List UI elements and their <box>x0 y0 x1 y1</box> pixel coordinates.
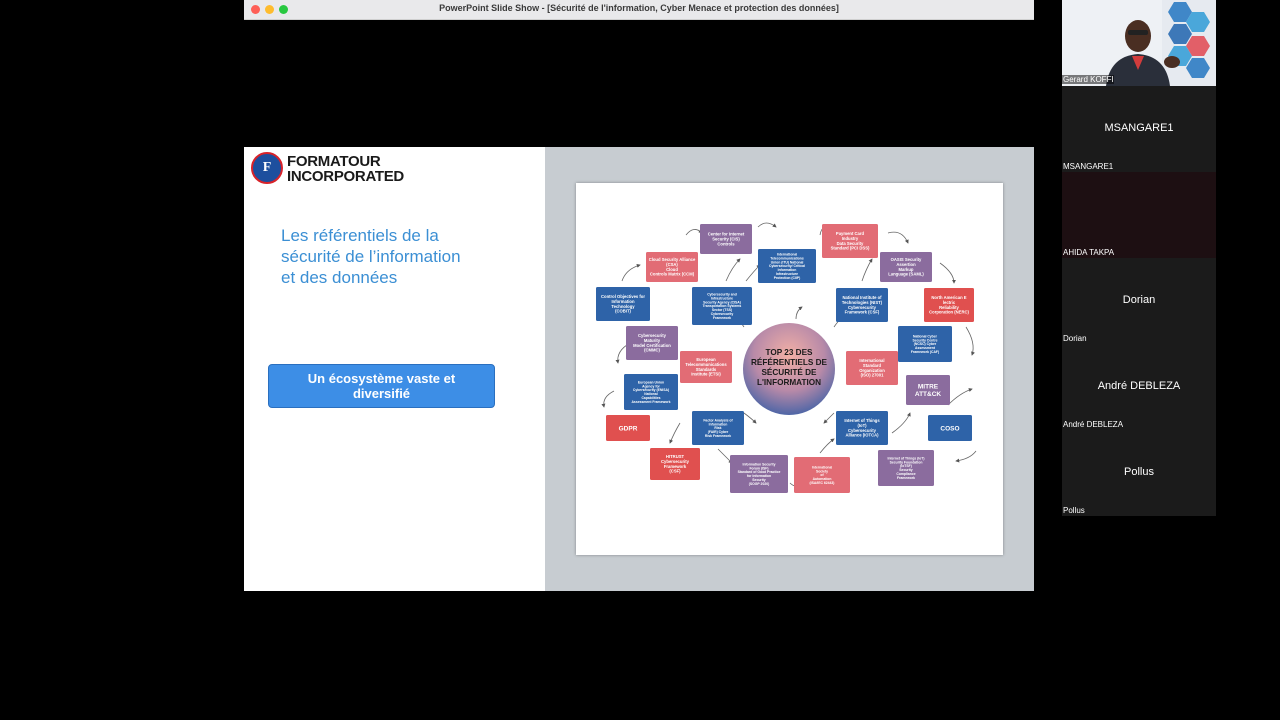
framework-node-label: COSO <box>940 425 959 432</box>
framework-node: Cloud Security Alliance (CSA) Cloud Control… <box>646 252 698 282</box>
participant-label: Pollus <box>1063 506 1085 515</box>
diagram-arrow <box>601 390 615 408</box>
logo-text: FORMATOUR INCORPORATED <box>287 154 404 184</box>
participant-display-name: Pollus <box>1124 466 1154 478</box>
participant-tile-video[interactable]: Gerard KOFFI <box>1062 0 1216 86</box>
participant-display-name: Dorian <box>1122 294 1156 306</box>
framework-node-label: GDPR <box>619 425 638 432</box>
participant-label: Dorian <box>1063 334 1087 343</box>
logo-initials: F <box>262 160 272 175</box>
participant-tile[interactable]: Pollus Pollus <box>1062 430 1216 516</box>
framework-node: International Society of Automation (ISA/IEC… <box>794 457 850 493</box>
participant-label: MSANGARE1 <box>1063 162 1114 171</box>
framework-node: MITRE ATT&CK <box>906 375 950 405</box>
framework-node: Control Objectives for Information Technol… <box>596 287 650 321</box>
framework-node: European Telecommunications Standards Insti… <box>680 351 732 383</box>
framework-node: International Standard Organization (ISO) 2… <box>846 351 898 385</box>
framework-node: Cybersecurity Maturity Model Certification… <box>626 326 678 360</box>
participant-video-feed <box>1062 0 1216 86</box>
logo-emblem-icon: F <box>251 152 283 184</box>
frameworks-diagram: Center for Internet Security (CIS) Control… <box>576 183 1003 555</box>
participant-tile[interactable]: Dorian Dorian <box>1062 258 1216 344</box>
diagram-arrow <box>939 262 956 284</box>
window-titlebar: PowerPoint Slide Show - [Sécurité de l'i… <box>244 0 1034 20</box>
diagram-arrow <box>621 263 641 282</box>
diagram-arrow <box>887 231 909 244</box>
framework-node: North American Electric Reliability Corpor… <box>924 288 974 322</box>
slide-heading-line: Les référentiels de la <box>281 226 439 245</box>
ecosystem-callout: Un écosystème vaste et diversifié <box>268 364 495 408</box>
participant-tile[interactable]: MSANGARE1 MSANGARE1 <box>1062 86 1216 172</box>
framework-node: HITRUST Cybersecurity Framework (CSF) <box>650 448 700 480</box>
diagram-arrow <box>823 412 835 424</box>
diagram-arrow <box>891 412 911 434</box>
logo-line-2: INCORPORATED <box>287 168 404 185</box>
participant-name: Gerard KOFFI <box>1062 75 1114 84</box>
slide-heading-line: sécurité de l’information <box>281 247 461 266</box>
diagram-arrow <box>745 264 761 282</box>
framework-node: COSO <box>928 415 972 441</box>
participant-display-name: André DEBLEZA <box>1097 380 1181 392</box>
framework-node: National Institute of Technologies (NIST)… <box>836 288 888 322</box>
diagram-arrow <box>757 222 777 228</box>
callout-line: Un écosystème vaste et <box>307 371 456 386</box>
diagram-arrow <box>717 448 733 464</box>
diagram-arrow <box>725 258 741 282</box>
diagram-arrow <box>795 306 803 320</box>
framework-node: Center for Internet Security (CIS) Control… <box>700 224 752 254</box>
framework-node-label: National Cyber Security Centre (NCSC) Cybe… <box>911 334 939 354</box>
framework-node: Payment Card Industry Data Security Standar… <box>822 224 878 258</box>
framework-node-label: National Institute of Technologies (NIST)… <box>842 295 883 314</box>
framework-node: Information Security Forum (ISF) Standard … <box>730 455 788 493</box>
formatour-logo: F FORMATOUR INCORPORATED <box>251 152 404 186</box>
callout-line: diversifié <box>352 386 411 401</box>
framework-node: Internet of Things (IoT) Security Foundat… <box>878 450 934 486</box>
participant-tile[interactable]: André DEBLEZA André DEBLEZA <box>1062 344 1216 430</box>
framework-node-label: International Telecommunications Union (IT… <box>769 252 805 279</box>
framework-node-label: International Standard Organization (ISO) 2… <box>859 358 885 377</box>
slide: F FORMATOUR INCORPORATED Les référentiel… <box>244 147 1034 591</box>
participant-tile[interactable]: AHIDA TAKPA <box>1062 172 1216 258</box>
framework-node: GDPR <box>606 415 650 441</box>
diagram-arrow <box>947 388 973 406</box>
diagram-arrow <box>955 450 977 463</box>
logo-line-1: FORMATOUR <box>287 153 381 170</box>
framework-node: International Telecommunications Union (IT… <box>758 249 816 283</box>
participants-panel: Gerard KOFFI MSANGARE1 MSANGARE1 AHIDA T… <box>1062 0 1216 517</box>
framework-node: Cybersecurity and Infrastructure Security … <box>692 287 752 325</box>
diagram-arrow <box>965 326 975 356</box>
diagram-arrow <box>685 229 703 236</box>
diagram-arrow <box>861 258 873 282</box>
diagram-arrow <box>743 412 757 424</box>
powerpoint-window: PowerPoint Slide Show - [Sécurité de l'i… <box>244 0 1034 720</box>
framework-node-label: MITRE ATT&CK <box>915 384 942 398</box>
framework-node-label: Internet of Things (IoT) Cybersecurity Alli… <box>844 418 880 437</box>
framework-node: Internet of Things (IoT) Cybersecurity Alli… <box>836 411 888 445</box>
framework-node: European Union Agency for Cybersecurity (E… <box>624 374 678 410</box>
slide-heading: Les référentiels de la sécurité de l’inf… <box>281 225 501 288</box>
participant-name: AHIDA TAKPA <box>1063 248 1115 257</box>
slide-heading-line: et des données <box>281 268 398 287</box>
framework-node: OASIS Security Assertion Markup Language (S… <box>880 252 932 282</box>
diagram-arrow <box>819 438 835 454</box>
diagram-arrow <box>669 422 681 444</box>
window-title: PowerPoint Slide Show - [Sécurité de l'i… <box>439 3 839 13</box>
frameworks-diagram-svg: Center for Internet Security (CIS) Control… <box>596 222 977 493</box>
participant-display-name: MSANGARE1 <box>1104 122 1174 134</box>
participant-label: André DEBLEZA <box>1063 420 1124 429</box>
framework-node: Factor Analysis of Information Risk (FAIR) … <box>692 411 744 445</box>
framework-node: National Cyber Security Centre (NCSC) Cybe… <box>898 326 952 362</box>
